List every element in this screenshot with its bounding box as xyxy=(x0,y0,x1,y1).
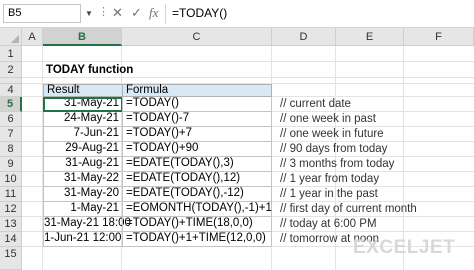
column-header-c[interactable]: C xyxy=(122,28,272,46)
comment-cell[interactable]: // 1 year in the past xyxy=(277,187,378,202)
header-formula: Formula xyxy=(122,84,272,97)
row-header-6[interactable]: 6 xyxy=(0,112,22,127)
row-header-9[interactable]: 9 xyxy=(0,157,22,172)
formula-bar-area: B5 ▼ ⋮ ✕ ✓ fx =TODAY() xyxy=(0,0,474,28)
row-header-5[interactable]: 5 xyxy=(0,97,22,112)
formula-cell[interactable]: =TODAY() xyxy=(122,97,272,112)
formula-cell[interactable]: =TODAY()-7 xyxy=(122,112,272,127)
formula-cell[interactable]: =EDATE(TODAY(),12) xyxy=(122,172,272,187)
comment-cell[interactable]: // first day of current month xyxy=(277,202,417,217)
row-header-1[interactable]: 1 xyxy=(0,46,22,62)
formula-cell[interactable]: =TODAY()+TIME(18,0,0) xyxy=(122,217,272,232)
comment-cell[interactable]: // 1 year from today xyxy=(277,172,379,187)
header-result: Result xyxy=(43,84,123,97)
name-box-dropdown-icon[interactable]: ▼ xyxy=(85,9,93,18)
column-header-f[interactable]: F xyxy=(404,28,474,46)
result-cell[interactable]: 24-May-21 xyxy=(43,112,123,127)
sheet-title: TODAY function xyxy=(46,64,134,76)
formula-cell[interactable]: =TODAY()+7 xyxy=(122,127,272,142)
result-cell[interactable]: 31-Aug-21 xyxy=(43,157,123,172)
grid-line xyxy=(22,77,474,78)
result-cell[interactable]: 1-May-21 xyxy=(43,202,123,217)
formula-cell[interactable]: =EOMONTH(TODAY(),-1)+1 xyxy=(122,202,272,217)
name-box[interactable]: B5 xyxy=(3,4,81,23)
more-icon: ⋮ xyxy=(98,6,110,18)
row-header-2[interactable]: 2 xyxy=(0,62,22,78)
comment-cell[interactable]: // one week in past xyxy=(277,112,376,127)
comment-cell[interactable]: // 3 months from today xyxy=(277,157,394,172)
formula-input[interactable]: =TODAY() xyxy=(172,4,467,23)
row-header-11[interactable]: 11 xyxy=(0,187,22,202)
comment-cell[interactable]: // current date xyxy=(277,97,351,112)
enter-icon[interactable]: ✓ xyxy=(131,5,142,21)
result-cell[interactable]: 1-Jun-21 12:00 xyxy=(43,232,123,247)
result-cell[interactable]: 7-Jun-21 xyxy=(43,127,123,142)
row-header-12[interactable]: 12 xyxy=(0,202,22,217)
formula-cell[interactable]: =EDATE(TODAY(),3) xyxy=(122,157,272,172)
comment-cell[interactable]: // today at 6:00 PM xyxy=(277,217,377,232)
grid-line xyxy=(22,61,474,62)
select-all-triangle xyxy=(11,35,19,43)
column-header-e[interactable]: E xyxy=(336,28,404,46)
row-header-15[interactable]: 15 xyxy=(0,247,22,270)
row-header-7[interactable]: 7 xyxy=(0,127,22,142)
row-header-13[interactable]: 13 xyxy=(0,217,22,232)
row-header-8[interactable]: 8 xyxy=(0,142,22,157)
result-cell[interactable]: 31-May-21 xyxy=(43,97,123,112)
result-cell[interactable]: 31-May-20 xyxy=(43,187,123,202)
formula-cell[interactable]: =EDATE(TODAY(),-12) xyxy=(122,187,272,202)
row-header-4[interactable]: 4 xyxy=(0,84,22,97)
exceljet-logo: EXCELJET xyxy=(353,237,456,258)
formula-bar-divider xyxy=(165,4,166,24)
result-cell[interactable]: 31-May-21 18:00 xyxy=(43,217,131,232)
row-header-14[interactable]: 14 xyxy=(0,232,22,247)
comment-cell[interactable]: // 90 days from today xyxy=(277,142,387,157)
row-header-10[interactable]: 10 xyxy=(0,172,22,187)
result-cell[interactable]: 31-May-22 xyxy=(43,172,123,187)
cancel-icon[interactable]: ✕ xyxy=(112,5,123,21)
formula-cell[interactable]: =TODAY()+90 xyxy=(122,142,272,157)
column-header-a[interactable]: A xyxy=(22,28,43,46)
column-header-d[interactable]: D xyxy=(272,28,336,46)
comment-cell[interactable]: // one week in future xyxy=(277,127,384,142)
select-all-button[interactable] xyxy=(0,28,22,46)
result-cell[interactable]: 29-Aug-21 xyxy=(43,142,123,157)
column-header-b[interactable]: B xyxy=(43,28,122,46)
insert-function-icon[interactable]: fx xyxy=(149,5,158,21)
formula-cell[interactable]: =TODAY()+1+TIME(12,0,0) xyxy=(122,232,272,247)
